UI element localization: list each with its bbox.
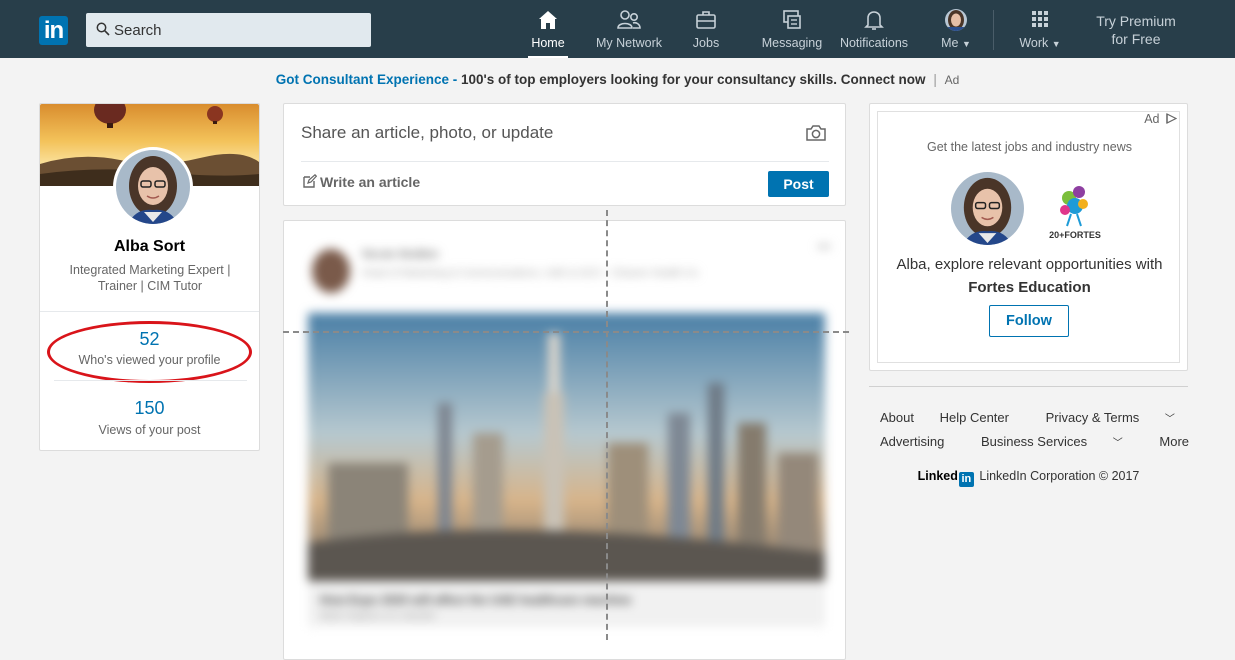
banner-separator: | [933,72,937,87]
search-input[interactable] [114,13,364,47]
footer-row-1: About Help Center Privacy & Terms ﹀ [869,410,1188,425]
ad-choices-icon[interactable] [1166,113,1178,124]
profile-photo [116,150,190,224]
search-box[interactable] [86,13,371,47]
sponsored-banner[interactable]: Got Consultant Experience - 100's of top… [0,72,1235,87]
ad-body: Alba, explore relevant opportunities wit… [870,253,1189,299]
feed-link-title[interactable]: How Expo 2020 will affect the UAE health… [320,593,631,607]
share-box: Share an article, photo, or update Write… [283,103,846,206]
chevron-down-icon: ▼ [1051,39,1061,49]
nav-me-label: Me ▼ [941,36,971,50]
profile-name[interactable]: Alba Sort [40,238,259,256]
footer-link-privacy-terms-label: Privacy & Terms [1045,410,1140,425]
chevron-down-icon: ﹀ [1112,438,1123,449]
banner-message[interactable]: 100's of top employers looking for your … [461,72,926,87]
avatar [945,9,967,31]
nav-home-label: Home [531,36,565,50]
nav-messaging[interactable]: Messaging [760,8,824,56]
share-divider [301,161,829,162]
nav-my-network[interactable]: My Network [594,8,664,56]
feed-post[interactable]: Nicole Mullikin Head of Marketing & Comm… [283,220,846,660]
footer-link-business-services-label: Business Services [980,434,1088,449]
nav-me[interactable]: Me ▼ [938,8,974,56]
premium-line-1: Try Premium [1096,13,1176,29]
feed-author-avatar[interactable] [312,249,350,293]
more-options-icon[interactable] [818,245,830,248]
banner-link-text[interactable]: Got Consultant Experience - [276,72,461,87]
fortes-education-logo[interactable]: 20+FORTES [1045,176,1105,242]
write-article-link[interactable]: Write an article [303,173,421,190]
try-premium-link[interactable]: Try Premium for Free [1086,12,1186,48]
footer-link-advertising[interactable]: Advertising [880,434,944,449]
footer-link-help-center[interactable]: Help Center [940,410,1009,425]
profile-avatar[interactable] [113,147,193,227]
nav-divider [993,10,994,50]
home-icon [539,11,557,29]
post-button[interactable]: Post [768,171,829,197]
nav-my-network-label: My Network [596,36,662,50]
sponsored-ad-card: Ad Get the latest jobs and industry news… [869,103,1188,371]
dashed-guide-vertical [606,210,608,640]
linkedin-wordmark: Linked [917,469,958,483]
footer-copyright: Linked in LinkedIn Corporation © 2017 [869,469,1188,487]
profile-headline: Integrated Marketing Expert | Trainer | … [69,263,231,293]
ad-label-text: Ad [1144,112,1160,126]
premium-line-2: for Free [1111,31,1161,47]
nav-jobs[interactable]: Jobs [688,8,724,56]
network-icon [617,10,641,29]
nav-work-label: Work ▼ [1019,36,1061,50]
feed-author-headline: Head of Marketing & Communications, UAE … [362,267,699,279]
footer-row-2: Advertising Business Services ﹀ More [869,434,1189,449]
ad-company-name[interactable]: Fortes Education [870,276,1189,299]
copyright-text: LinkedIn Corporation © 2017 [979,469,1140,483]
bell-icon [864,11,884,30]
edit-icon [303,173,318,188]
right-rail-divider [869,386,1188,387]
messaging-icon [783,10,801,29]
ad-body-text: Alba, explore relevant opportunities wit… [896,256,1163,273]
footer-link-about[interactable]: About [880,410,914,425]
feed-link-source: Mark Hopkins on LinkedIn [320,611,436,622]
search-icon [96,22,110,36]
post-views-count[interactable]: 150 [40,398,259,419]
share-prompt[interactable]: Share an article, photo, or update [301,123,553,143]
post-views-label[interactable]: Views of your post [40,423,259,437]
ad-user-photo [951,172,1024,245]
nav-messaging-label: Messaging [761,36,823,50]
ad-headline: Get the latest jobs and industry news [927,140,1132,154]
top-navigation-bar: in Home My Network Jobs [0,0,1235,58]
linkedin-in-logo: in [958,472,974,487]
profile-divider [40,311,259,312]
dashed-guide-horizontal [283,331,849,333]
nav-notifications[interactable]: Notifications [836,8,912,56]
nav-notifications-label: Notifications [839,36,909,50]
linkedin-logo[interactable]: in [39,16,68,45]
highlight-ellipse [47,321,252,383]
feed-post-image[interactable] [308,313,825,581]
footer-link-business-services[interactable]: Business Services ﹀ [970,434,1134,449]
feed-post-blurred-content: Nicole Mullikin Head of Marketing & Comm… [284,221,845,659]
briefcase-icon [696,11,716,29]
feed-author-name[interactable]: Nicole Mullikin [362,247,439,261]
banner-ad-label: Ad [944,73,960,87]
chevron-down-icon: ▼ [961,39,971,49]
stats-divider [54,380,247,381]
chevron-down-icon: ﹀ [1164,414,1175,425]
nav-jobs-label: Jobs [692,36,720,50]
ad-user-avatar [951,172,1024,245]
profile-card: Alba Sort Integrated Marketing Expert | … [39,103,260,451]
write-article-label: Write an article [320,174,421,190]
follow-button[interactable]: Follow [989,305,1069,337]
footer-link-more[interactable]: More [1159,434,1189,449]
fortes-logo-text: 20+FORTES [1049,230,1101,240]
camera-icon[interactable] [805,124,827,142]
footer-link-privacy-terms[interactable]: Privacy & Terms ﹀ [1035,410,1186,425]
fortes-logo-graphic: 20+FORTES [1049,186,1101,240]
grid-icon [1032,11,1048,27]
ad-label[interactable]: Ad [1144,112,1178,126]
nav-home[interactable]: Home [528,8,568,58]
nav-work[interactable]: Work ▼ [1018,8,1062,56]
